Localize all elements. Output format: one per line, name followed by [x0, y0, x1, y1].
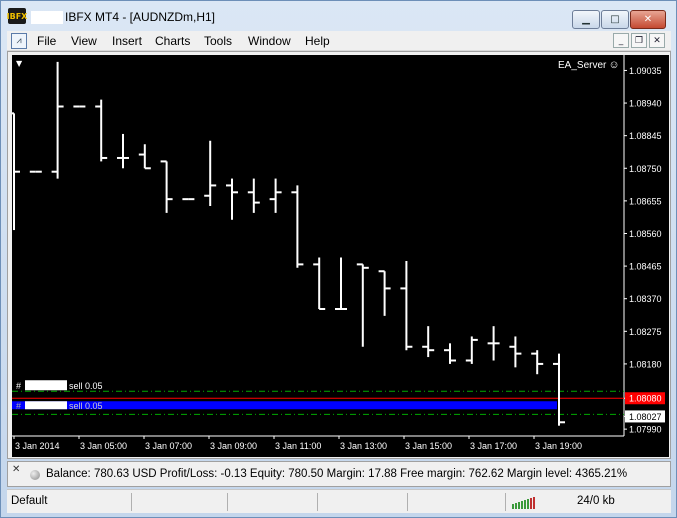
price-tick-label: 1.08180 [629, 359, 662, 369]
order-label-1-text: sell 0.05 [69, 381, 103, 391]
status-divider [131, 493, 132, 511]
time-tick-label: 3 Jan 09:00 [210, 441, 257, 451]
status-bar: Default 24/0 kb [7, 489, 671, 513]
menu-window[interactable]: Window [248, 34, 291, 48]
order-label-1: # [16, 381, 21, 391]
maximize-button[interactable]: □ [601, 10, 629, 29]
close-icon: ✕ [643, 14, 653, 25]
close-icon: ✕ [653, 35, 661, 46]
smiley-icon: ☺ [608, 59, 620, 71]
ea-name: EA_Server [558, 60, 607, 71]
redacted-order-id [25, 380, 67, 391]
menu-file[interactable]: File [37, 34, 56, 48]
mdi-minimize-button[interactable]: _ [613, 33, 629, 48]
app-window: IBFX IBFX MT4 - [AUDNZDm,H1] ▁ □ ✕ ⩘ Fil… [0, 0, 677, 518]
menu-help[interactable]: Help [305, 34, 330, 48]
price-tick-label: 1.08750 [629, 164, 662, 174]
price-tick-label: 1.08027 [629, 412, 662, 422]
price-tick-label: 1.08655 [629, 196, 662, 206]
price-tick-label: 1.08275 [629, 327, 662, 337]
mdi-close-button[interactable]: ✕ [649, 33, 665, 48]
time-tick-label: 3 Jan 11:00 [275, 441, 321, 451]
maximize-icon: □ [610, 14, 620, 25]
menu-view[interactable]: View [71, 34, 97, 48]
order-label-2: # [16, 401, 21, 411]
price-tick-label: 1.08940 [629, 99, 662, 109]
window-title: IBFX MT4 - [AUDNZDm,H1] [65, 10, 216, 24]
price-tick-label: 1.08080 [629, 394, 662, 404]
price-tick-label: 1.08560 [629, 229, 662, 239]
menu-tools[interactable]: Tools [204, 34, 232, 48]
expert-advisor-label[interactable]: EA_Server ☺ [558, 59, 620, 71]
time-tick-label: 3 Jan 2014 [15, 441, 60, 451]
chart-menu-arrow-icon[interactable]: ▼ [16, 59, 22, 68]
restore-icon: ❐ [634, 35, 644, 46]
app-logo-icon[interactable]: IBFX [7, 8, 27, 24]
time-tick-label: 3 Jan 15:00 [405, 441, 452, 451]
minimize-icon: ▁ [582, 14, 590, 25]
price-tick-label: 1.09035 [629, 66, 662, 76]
close-button[interactable]: ✕ [630, 10, 666, 29]
price-tick-label: 1.07990 [629, 425, 662, 435]
chart-canvas[interactable]: # sell 0.05 # sell 0.05 1.09035 1.08940 1.0884… [12, 55, 669, 457]
chart-window-icon[interactable]: ⩘ [11, 33, 27, 49]
menu-charts[interactable]: Charts [155, 34, 190, 48]
traffic-counter: 24/0 kb [577, 495, 615, 507]
order-label-2-text: sell 0.05 [69, 401, 103, 411]
account-summary: Balance: 780.63 USD Profit/Loss: -0.13 E… [46, 468, 628, 480]
time-tick-label: 3 Jan 19:00 [535, 441, 582, 451]
time-tick-label: 3 Jan 05:00 [80, 441, 127, 451]
status-divider [227, 493, 228, 511]
status-divider [407, 493, 408, 511]
price-tick-label: 1.08845 [629, 131, 662, 141]
time-tick-label: 3 Jan 13:00 [340, 441, 387, 451]
redacted-order-id [25, 401, 67, 410]
price-tick-label: 1.08370 [629, 294, 662, 304]
close-icon[interactable]: ✕ [12, 464, 20, 475]
price-tick-label: 1.08465 [629, 262, 662, 272]
account-status-icon [30, 470, 40, 480]
title-bar[interactable]: IBFX IBFX MT4 - [AUDNZDm,H1] ▁ □ ✕ [1, 1, 676, 31]
redacted-title-part [31, 11, 63, 24]
profile-name[interactable]: Default [11, 495, 47, 507]
mdi-restore-button[interactable]: ❐ [631, 33, 647, 48]
time-tick-label: 3 Jan 17:00 [470, 441, 517, 451]
menu-insert[interactable]: Insert [112, 34, 142, 48]
time-tick-label: 3 Jan 07:00 [145, 441, 192, 451]
status-divider [505, 493, 506, 511]
status-divider [317, 493, 318, 511]
connection-status-icon[interactable] [512, 495, 536, 509]
minimize-button[interactable]: ▁ [572, 10, 600, 29]
minimize-icon: _ [618, 35, 624, 46]
terminal-summary-bar: ✕ Balance: 780.63 USD Profit/Loss: -0.13… [7, 461, 671, 487]
price-chart[interactable]: # sell 0.05 # sell 0.05 1.09035 1.08940 1.0884… [12, 55, 669, 457]
menu-bar: ⩘ File View Insert Charts Tools Window H… [7, 31, 671, 51]
